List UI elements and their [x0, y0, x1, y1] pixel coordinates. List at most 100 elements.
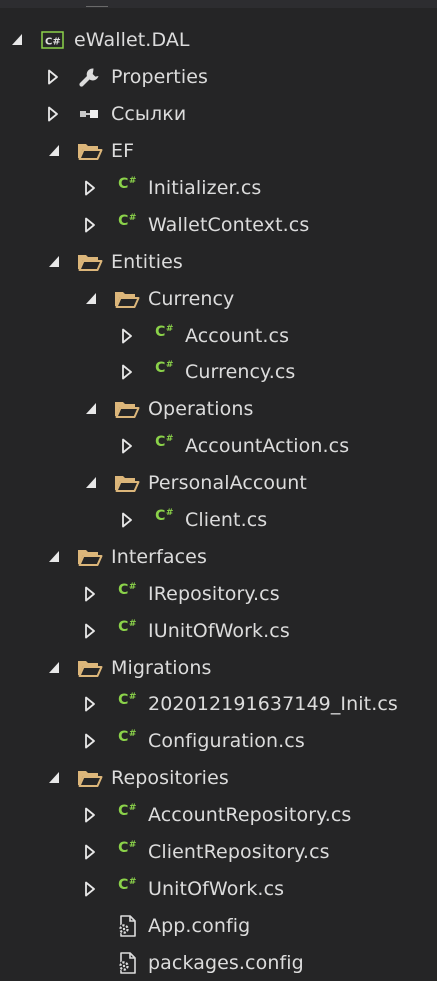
tree-row-node[interactable]: Properties	[0, 59, 437, 96]
folder-open-icon	[77, 546, 103, 568]
csharp-hash-glyph: #	[165, 323, 174, 334]
tree-row-file[interactable]: C # WalletContext.cs	[0, 206, 437, 243]
tree-item-label: IUnitOfWork.cs	[148, 619, 290, 642]
tree-row-file[interactable]: C # Initializer.cs	[0, 170, 437, 207]
expand-chevron-icon[interactable]	[47, 104, 61, 124]
tree-item-label: 202012191637149_Init.cs	[148, 693, 398, 716]
csharp-file-icon: C #	[114, 618, 140, 642]
svg-text:C#: C#	[45, 37, 61, 48]
collapse-chevron-icon[interactable]	[47, 547, 61, 567]
tree-row-file[interactable]: C # 202012191637149_Init.cs	[0, 686, 437, 723]
csharp-letter-glyph: C	[118, 176, 128, 192]
expand-chevron-icon[interactable]	[84, 694, 98, 714]
tree-item-label: Currency.cs	[185, 361, 296, 384]
csharp-hash-glyph: #	[128, 692, 137, 703]
collapse-chevron-icon[interactable]	[10, 30, 24, 50]
tree-item-label: eWallet.DAL	[74, 29, 190, 52]
tree-row-file[interactable]: C # ClientRepository.cs	[0, 834, 437, 871]
tree-row-folder[interactable]: Operations	[0, 391, 437, 428]
csharp-file-icon: C #	[114, 804, 140, 826]
expand-chevron-icon[interactable]	[84, 178, 98, 198]
csharp-hash-glyph: #	[128, 729, 137, 740]
tree-row-config-file[interactable]: App.config	[0, 907, 437, 944]
scroll-edge-marker	[86, 0, 108, 7]
tree-row-folder[interactable]: Interfaces	[0, 538, 437, 575]
csharp-file-icon: C #	[114, 213, 140, 236]
collapse-chevron-icon[interactable]	[47, 658, 61, 678]
tree-row-file[interactable]: C # Account.cs	[0, 317, 437, 354]
collapse-chevron-icon[interactable]	[84, 289, 98, 309]
csharp-file-icon: C #	[151, 435, 177, 457]
csharp-letter-glyph: C	[118, 729, 128, 746]
tree-row-file[interactable]: C # Currency.cs	[0, 354, 437, 391]
expand-chevron-icon[interactable]	[84, 215, 98, 235]
tree-row-folder[interactable]: EF	[0, 133, 437, 170]
expand-chevron-icon[interactable]	[84, 621, 98, 641]
collapse-chevron-icon[interactable]	[84, 399, 98, 419]
expand-chevron-icon[interactable]	[84, 584, 98, 604]
csharp-letter-glyph: C	[118, 803, 128, 820]
tree-row-folder[interactable]: Migrations	[0, 649, 437, 686]
csharp-hash-glyph: #	[128, 876, 137, 887]
expand-chevron-icon[interactable]	[47, 67, 61, 87]
collapse-chevron-icon[interactable]	[47, 252, 61, 272]
csharp-hash-glyph: #	[128, 618, 137, 629]
expand-chevron-icon[interactable]	[84, 731, 98, 751]
expand-chevron-icon[interactable]	[121, 362, 135, 382]
tree-row-file[interactable]: C # UnitOfWork.cs	[0, 870, 437, 907]
tree-row-project[interactable]: C# eWallet.DAL	[0, 22, 437, 59]
csharp-hash-glyph: #	[165, 508, 174, 519]
tree-item-label: Ссылки	[111, 103, 187, 126]
tree-row-file[interactable]: C # IRepository.cs	[0, 575, 437, 612]
expand-chevron-icon[interactable]	[84, 805, 98, 825]
expand-chevron-icon[interactable]	[84, 842, 98, 862]
csharp-letter-glyph: C	[118, 581, 128, 598]
csharp-letter-glyph: C	[118, 876, 128, 893]
tree-item-label: UnitOfWork.cs	[148, 877, 285, 900]
wrench-icon	[77, 66, 103, 88]
expand-chevron-icon[interactable]	[121, 326, 135, 346]
csharp-hash-glyph: #	[165, 360, 174, 371]
csharp-file-icon: C #	[114, 693, 140, 715]
folder-open-icon	[77, 657, 103, 679]
tree-row-file[interactable]: C # Client.cs	[0, 502, 437, 539]
tree-item-label: Migrations	[111, 656, 212, 679]
tree-row-config-file[interactable]: packages.config	[0, 944, 437, 981]
tree-row-folder[interactable]: Entities	[0, 243, 437, 280]
csharp-letter-glyph: C	[118, 618, 128, 635]
csharp-hash-glyph: #	[128, 176, 137, 186]
collapse-chevron-icon[interactable]	[47, 141, 61, 161]
tree-row-file[interactable]: C # AccountRepository.cs	[0, 797, 437, 834]
tree-row-folder[interactable]: Currency	[0, 280, 437, 317]
csharp-file-icon: C #	[114, 841, 140, 863]
tree-item-label: Repositories	[111, 767, 229, 790]
tree-row-node[interactable]: Ссылки	[0, 96, 437, 133]
csharp-file-icon: C #	[151, 323, 177, 347]
expand-chevron-icon[interactable]	[84, 879, 98, 899]
tree-row-folder[interactable]: PersonalAccount	[0, 465, 437, 502]
tree-item-label: Interfaces	[111, 545, 207, 568]
expand-chevron-icon[interactable]	[121, 510, 135, 530]
tree-item-label: ClientRepository.cs	[148, 841, 330, 864]
collapse-chevron-icon[interactable]	[84, 473, 98, 493]
csharp-hash-glyph: #	[128, 581, 137, 592]
tree-item-label: PersonalAccount	[148, 472, 307, 495]
tree-item-label: AccountRepository.cs	[148, 804, 352, 827]
tree-item-label: App.config	[148, 914, 251, 937]
expand-chevron-icon[interactable]	[121, 436, 135, 456]
tree-row-file[interactable]: C # Configuration.cs	[0, 723, 437, 760]
panel-top-edge	[0, 0, 437, 8]
folder-open-icon	[77, 251, 103, 273]
tree-item-label: packages.config	[148, 951, 304, 974]
tree-item-label: Currency	[148, 287, 235, 310]
references-icon	[77, 103, 103, 125]
config-file-icon	[114, 915, 140, 937]
collapse-chevron-icon[interactable]	[47, 768, 61, 788]
csharp-project-icon: C#	[40, 29, 66, 51]
tree-row-folder[interactable]: Repositories	[0, 760, 437, 797]
csharp-letter-glyph: C	[155, 323, 165, 340]
tree-row-file[interactable]: C # IUnitOfWork.cs	[0, 612, 437, 649]
tree-item-label: Initializer.cs	[148, 177, 262, 199]
tree-row-file[interactable]: C # AccountAction.cs	[0, 428, 437, 465]
folder-open-icon	[77, 140, 103, 162]
